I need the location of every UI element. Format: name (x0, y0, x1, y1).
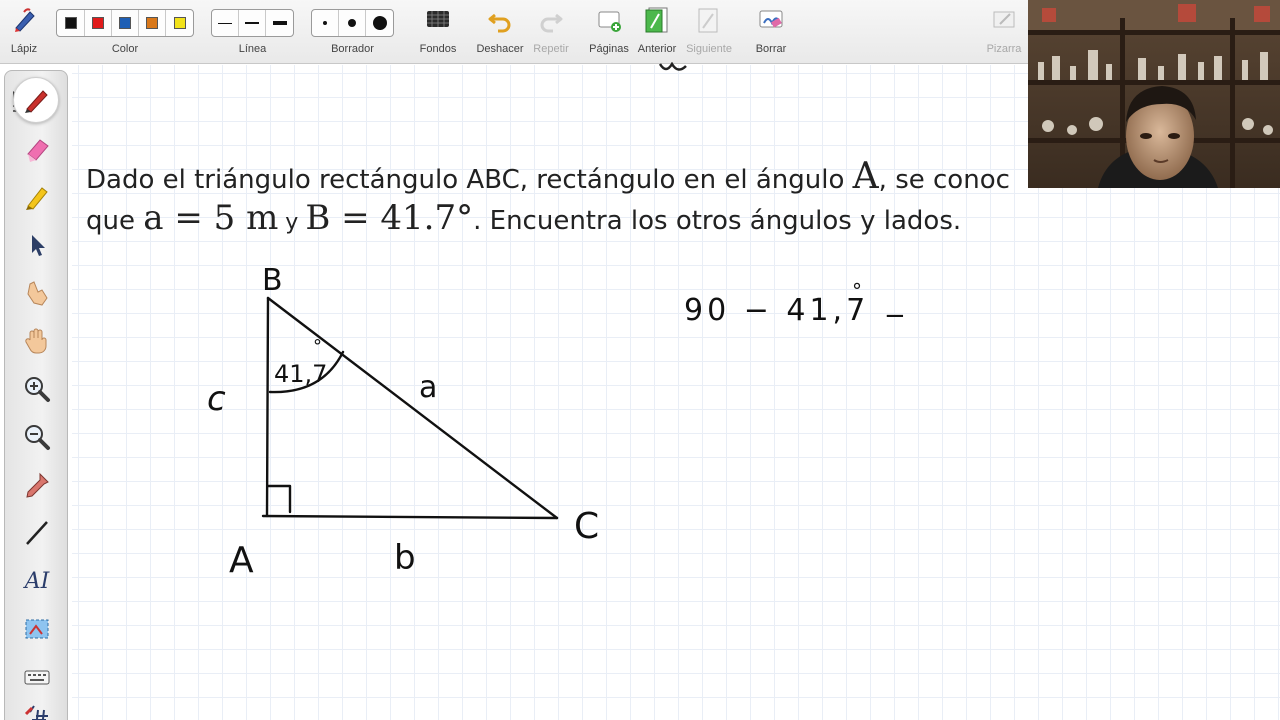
keyboard-button[interactable] (19, 659, 55, 695)
grid-icon (24, 705, 48, 720)
zoom-out-icon (25, 425, 50, 450)
grid-tool-button[interactable] (19, 699, 55, 720)
pointer-icon (32, 235, 45, 256)
calc-tail: − (884, 301, 906, 331)
pen-icon (25, 90, 48, 113)
marker-icon (26, 187, 48, 210)
pen-tool-button[interactable] (13, 77, 59, 123)
calc-degree: ° (852, 279, 862, 303)
text-icon: AI (24, 568, 50, 594)
eyedropper-icon (26, 472, 49, 498)
hand-pointer-tool-button[interactable] (19, 275, 55, 311)
zoom-in-icon (25, 377, 50, 402)
line-icon (26, 521, 48, 545)
side-a-label: a (419, 370, 437, 405)
keyboard-icon (24, 670, 50, 685)
screenshot-icon (25, 619, 49, 639)
vertex-c-label: C (574, 506, 599, 547)
right-angle-mark (266, 484, 292, 514)
angle-b-degree: ° (313, 336, 322, 357)
zoom-in-button[interactable] (19, 371, 55, 407)
side-c-label: c (207, 379, 226, 419)
vertex-b-label: B (262, 263, 283, 298)
pan-hand-icon (25, 328, 47, 354)
triangle-side-a (266, 296, 559, 520)
text-tool-button[interactable]: AI (19, 563, 55, 599)
triangle-side-c (265, 296, 270, 518)
hand-pointer-icon (27, 281, 48, 306)
highlighter-icon (27, 139, 49, 162)
angle-b-label: 41,7 (274, 360, 327, 388)
webcam-overlay (1028, 0, 1280, 188)
left-tool-sidebar: AI (4, 70, 68, 720)
side-b-label: b (394, 538, 416, 578)
zoom-out-button[interactable] (19, 419, 55, 455)
line-tool-button[interactable] (19, 515, 55, 551)
webcam-video-feed (1028, 0, 1280, 188)
calc-text: 90 − 41,7 (684, 293, 869, 328)
vertex-a-label: A (229, 540, 254, 581)
marker-tool-button[interactable] (19, 179, 55, 215)
highlighter-tool-button[interactable] (19, 131, 55, 167)
pan-tool-button[interactable] (19, 323, 55, 359)
select-tool-button[interactable] (19, 227, 55, 263)
eyedropper-tool-button[interactable] (19, 467, 55, 503)
screenshot-tool-button[interactable] (19, 611, 55, 647)
triangle-side-b (261, 514, 559, 520)
